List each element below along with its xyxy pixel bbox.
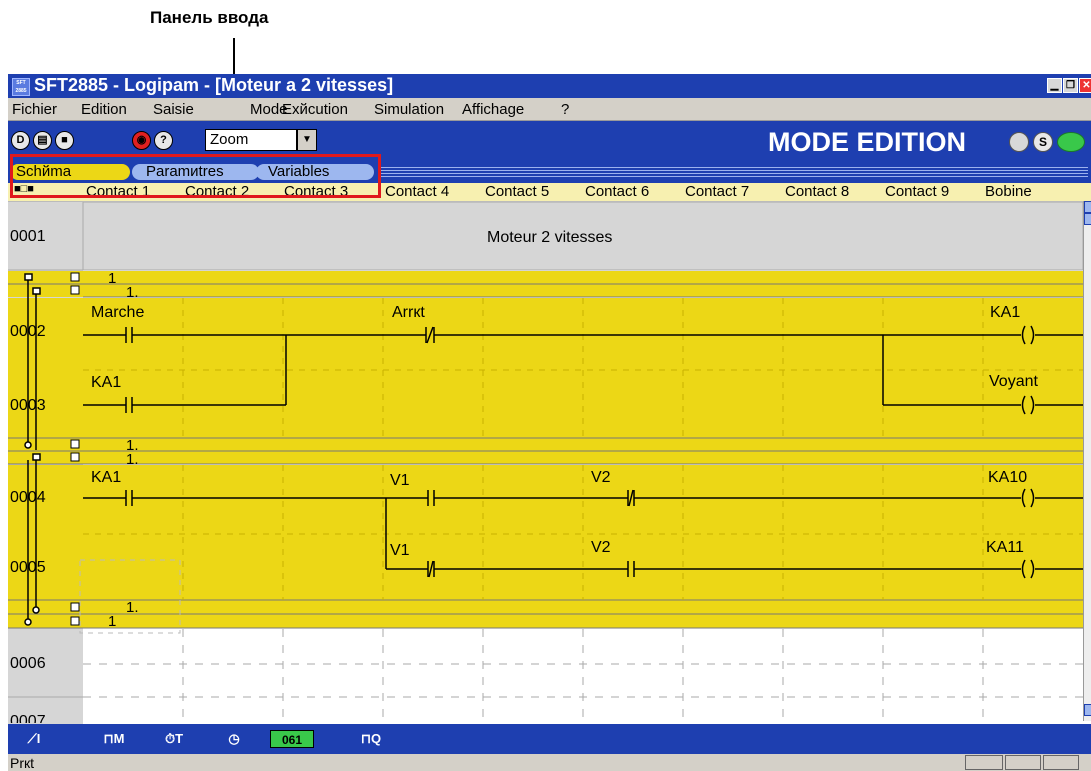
- block-1-marker-dot: 1.: [126, 284, 139, 301]
- input-panel-highlight: [10, 154, 381, 198]
- contact-ka1-b[interactable]: KA1: [91, 469, 121, 487]
- contact-v2[interactable]: V2: [591, 469, 611, 487]
- app-icon: SFT 2885: [12, 78, 30, 96]
- element-palette: ⟋I ⊓M ⏱T ◷ 061 ⊓Q: [8, 724, 1091, 754]
- menu-execution[interactable]: Exйcution: [282, 101, 348, 118]
- status-cell-1: [965, 755, 1003, 770]
- open-icon[interactable]: ▤: [33, 131, 52, 150]
- menu-fichier[interactable]: Fichier: [12, 101, 57, 118]
- contact-v2-b[interactable]: V2: [591, 539, 611, 557]
- timer-tool-icon[interactable]: ⏱T: [156, 728, 192, 750]
- restore-icon[interactable]: ❐: [1063, 78, 1078, 93]
- coil-ka11[interactable]: KA11: [986, 539, 1024, 557]
- ladder-diagram[interactable]: [8, 202, 1083, 724]
- contact-tool-icon[interactable]: ⟋I: [16, 728, 52, 750]
- column-contact-6: Contact 6: [585, 183, 650, 200]
- contact-ka1[interactable]: KA1: [91, 374, 121, 392]
- tab-bar-filler: [378, 165, 1088, 179]
- block-3-marker-dot: 1.: [126, 599, 139, 616]
- contact-v1-b[interactable]: V1: [390, 542, 410, 560]
- view-icon[interactable]: ◉: [132, 131, 151, 150]
- rung-0001-comment: Moteur 2 vitesses: [487, 229, 613, 246]
- run-mode-icon[interactable]: [1057, 132, 1085, 152]
- column-contact-7: Contact 7: [685, 183, 750, 200]
- window-title: SFT2885 - Logipam - [Moteur a 2 vitesses…: [34, 75, 394, 95]
- memory-tool-icon[interactable]: ⊓M: [96, 728, 132, 750]
- block-1-marker: 1: [108, 270, 117, 287]
- column-contact-8: Contact 8: [785, 183, 850, 200]
- window-titlebar: SFT 2885 SFT2885 - Logipam - [Moteur a 2…: [8, 74, 1091, 98]
- status-text: Prкt: [10, 755, 35, 771]
- block-3-marker: 1: [108, 613, 117, 630]
- rung-number-0005: 0005: [10, 559, 46, 576]
- rung-number-0006: 0006: [10, 655, 46, 672]
- column-bobine: Bobine: [985, 183, 1032, 200]
- column-contact-4: Contact 4: [385, 183, 450, 200]
- coil-ka1[interactable]: KA1: [990, 304, 1020, 322]
- menu-help[interactable]: ?: [561, 101, 569, 118]
- rungs-0004-0005: [8, 465, 1083, 600]
- menu-simulation[interactable]: Simulation: [374, 101, 444, 118]
- menu-edition[interactable]: Edition: [81, 101, 127, 118]
- rung-number-0007: 0007: [10, 713, 46, 723]
- simulation-mode-button[interactable]: S: [1033, 132, 1053, 152]
- close-icon[interactable]: ✕: [1079, 78, 1091, 93]
- rungs-0002-0003: [83, 298, 1083, 438]
- rung-number-0004: 0004: [10, 489, 46, 506]
- menu-affichage[interactable]: Affichage: [462, 101, 524, 118]
- minimize-icon[interactable]: ▁: [1047, 78, 1062, 93]
- status-bar: Prкt: [8, 754, 1091, 771]
- status-cell-2: [1005, 755, 1041, 770]
- edit-mode-icon[interactable]: [1009, 132, 1029, 152]
- coil-voyant[interactable]: Voyant: [989, 373, 1038, 391]
- counter-tool[interactable]: 061: [270, 730, 314, 748]
- status-cell-3: [1043, 755, 1079, 770]
- save-icon[interactable]: ■: [55, 131, 74, 150]
- column-contact-5: Contact 5: [485, 183, 550, 200]
- chevron-down-icon[interactable]: ▼: [297, 129, 317, 151]
- zoom-select[interactable]: Zoom: [205, 129, 297, 151]
- help-icon[interactable]: ?: [154, 131, 173, 150]
- query-tool-icon[interactable]: ⊓Q: [353, 728, 389, 750]
- scroll-down-icon[interactable]: [1084, 704, 1091, 716]
- block-2-marker-dot-b: 1.: [126, 451, 139, 468]
- rung-number-0003: 0003: [10, 397, 46, 414]
- menu-bar: Fichier Edition Saisie Mode Exйcution Si…: [8, 98, 1091, 121]
- scroll-up-icon[interactable]: [1084, 201, 1091, 213]
- rung-number-0001: 0001: [10, 228, 46, 245]
- contact-arret[interactable]: Arrкt: [392, 304, 425, 322]
- contact-v1[interactable]: V1: [390, 472, 410, 490]
- new-icon[interactable]: D: [11, 131, 30, 150]
- menu-saisie[interactable]: Saisie: [153, 101, 194, 118]
- scroll-step-icon[interactable]: [1084, 213, 1091, 225]
- mode-title: MODE EDITION: [768, 127, 967, 157]
- vertical-scrollbar[interactable]: [1083, 201, 1091, 721]
- rung-number-0002: 0002: [10, 323, 46, 340]
- column-contact-9: Contact 9: [885, 183, 950, 200]
- coil-ka10[interactable]: KA10: [988, 469, 1027, 487]
- contact-marche[interactable]: Marche: [91, 304, 144, 322]
- annotation-label: Панель ввода: [150, 8, 269, 27]
- clock-tool-icon[interactable]: ◷: [216, 728, 252, 750]
